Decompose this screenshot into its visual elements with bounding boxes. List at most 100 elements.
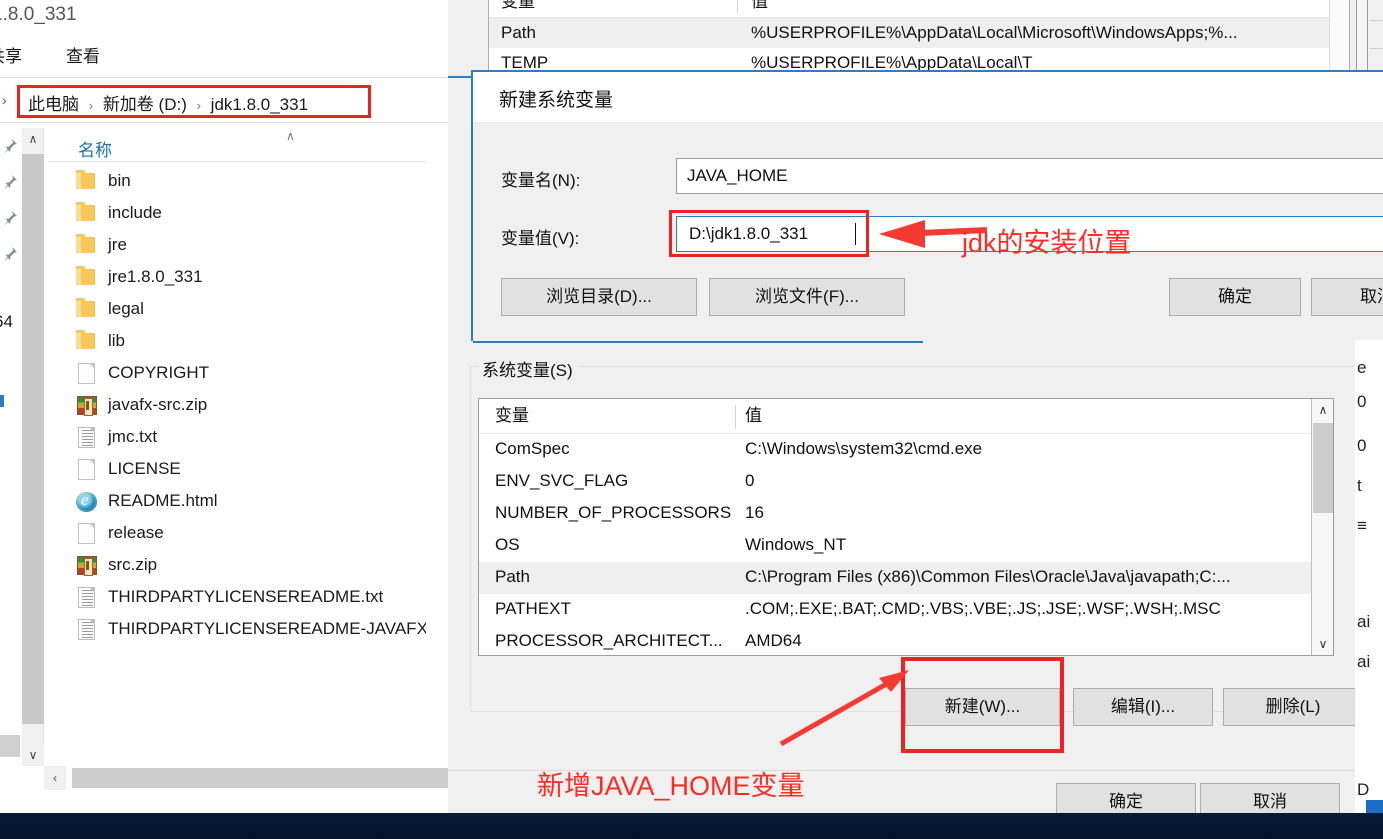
dialog-cancel-button[interactable]: 取消 bbox=[1311, 278, 1383, 316]
annotation-box-variable-value bbox=[669, 210, 869, 257]
file-name: legal bbox=[108, 299, 144, 318]
file-list-item[interactable]: lib bbox=[48, 328, 448, 360]
variable-name-input-value: JAVA_HOME bbox=[687, 166, 788, 185]
scroll-left-icon[interactable]: ‹ bbox=[44, 766, 66, 790]
edit-system-variable-button[interactable]: 编辑(I)... bbox=[1073, 688, 1213, 726]
scroll-up-icon[interactable]: ∧ bbox=[22, 128, 44, 150]
file-name: README.html bbox=[108, 491, 218, 510]
ribbon-tab-view[interactable]: 查看 bbox=[66, 42, 100, 67]
folder-icon bbox=[76, 266, 95, 285]
variable-name-label: 变量名(N): bbox=[501, 171, 581, 190]
file-list-scrollbar[interactable] bbox=[426, 128, 448, 766]
table-row[interactable]: OS Windows_NT bbox=[479, 530, 1312, 562]
scrollbar-thumb[interactable] bbox=[429, 130, 445, 430]
column-header-value: 值 bbox=[745, 406, 762, 425]
system-variables-table: 变量 值 ComSpec C:\Windows\system32\cmd.exe E… bbox=[478, 398, 1334, 656]
variable-value: .COM;.EXE;.BAT;.CMD;.VBS;.VBE;.JS;.JSE;.… bbox=[745, 599, 1221, 618]
file-list-item[interactable]: src.zip bbox=[48, 552, 448, 584]
annotation-box-address-bar bbox=[17, 85, 371, 118]
file-name: jmc.txt bbox=[108, 427, 158, 446]
background-text-fragment: D bbox=[1357, 780, 1370, 799]
folder-icon bbox=[76, 202, 95, 221]
variable-name: OS bbox=[495, 535, 520, 554]
text-file-icon bbox=[78, 587, 95, 608]
file-name: bin bbox=[108, 171, 131, 190]
column-header-variable: 变量 bbox=[495, 406, 529, 425]
nav-selection-marker bbox=[0, 395, 4, 407]
variable-name: Path bbox=[501, 23, 536, 42]
file-name: src.zip bbox=[108, 555, 158, 574]
file-name: THIRDPARTYLICENSEREADME-JAVAFX. bbox=[108, 619, 433, 638]
folder-icon bbox=[76, 298, 95, 317]
file-list-item[interactable]: LICENSE bbox=[48, 456, 448, 488]
text-file-icon bbox=[78, 619, 95, 640]
file-list-item[interactable]: bin bbox=[48, 168, 448, 200]
pin-icon bbox=[2, 138, 18, 154]
table-scrollbar[interactable]: ∧ ∨ bbox=[1311, 399, 1333, 655]
scroll-up-icon[interactable]: ∧ bbox=[1312, 399, 1334, 421]
dialog-ok-button[interactable]: 确定 bbox=[1169, 278, 1301, 316]
variable-name: NUMBER_OF_PROCESSORS bbox=[495, 503, 732, 522]
taskbar[interactable] bbox=[0, 813, 1383, 839]
annotation-box-new-button bbox=[901, 657, 1064, 753]
table-row[interactable]: ComSpec C:\Windows\system32\cmd.exe bbox=[479, 434, 1312, 466]
file-list-item[interactable]: jre bbox=[48, 232, 448, 264]
browse-directory-button[interactable]: 浏览目录(D)... bbox=[501, 278, 697, 316]
variable-name-input[interactable]: JAVA_HOME bbox=[676, 158, 1383, 194]
nav-scroll-down-button[interactable]: ∨ bbox=[22, 744, 44, 766]
screen: 1.8.0_331 共享 查看 › 此电脑 › 新加卷 (D:) › jdk1.… bbox=[0, 0, 1383, 839]
pin-icon bbox=[2, 210, 18, 226]
file-list-item[interactable]: THIRDPARTYLICENSEREADME.txt bbox=[48, 584, 448, 616]
browse-file-button[interactable]: 浏览文件(F)... bbox=[709, 278, 905, 316]
file-list-item[interactable]: legal bbox=[48, 296, 448, 328]
variable-name: ENV_SVC_FLAG bbox=[495, 471, 629, 490]
table-row[interactable]: PATHEXT .COM;.EXE;.BAT;.CMD;.VBS;.VBE;.JS… bbox=[479, 594, 1312, 626]
pin-icon bbox=[2, 174, 18, 190]
variable-name: PROCESSOR_ARCHITECT... bbox=[495, 631, 723, 650]
hscrollbar-thumb[interactable] bbox=[72, 768, 448, 788]
dialog-title: 新建系统变量 bbox=[499, 90, 614, 111]
nav-scroll-marker bbox=[0, 735, 20, 757]
table-row[interactable]: PROCESSOR_ARCHITECT... AMD64 bbox=[479, 626, 1312, 658]
table-scrollbar[interactable] bbox=[1329, 0, 1349, 77]
environment-variables-window-top: 变量 值 Path %USERPROFILE%\AppData\Local\Mi… bbox=[448, 0, 1383, 78]
file-list-item[interactable]: README.html bbox=[48, 488, 448, 520]
file-list-item[interactable]: jmc.txt bbox=[48, 424, 448, 456]
delete-system-variable-button[interactable]: 删除(L) bbox=[1223, 688, 1363, 726]
file-list-item[interactable]: include bbox=[48, 200, 448, 232]
text-file-icon bbox=[78, 427, 95, 448]
table-row[interactable]: Path %USERPROFILE%\AppData\Local\Microso… bbox=[489, 18, 1349, 48]
file-name: COPYRIGHT bbox=[108, 363, 210, 382]
scroll-down-icon[interactable]: ∨ bbox=[1312, 633, 1334, 655]
file-list-item[interactable]: release bbox=[48, 520, 448, 552]
table-row[interactable]: ENV_SVC_FLAG 0 bbox=[479, 466, 1312, 498]
table-row[interactable]: NUMBER_OF_PROCESSORS 16 bbox=[479, 498, 1312, 530]
file-list-item[interactable]: jre1.8.0_331 bbox=[48, 264, 448, 296]
file-list-horizontal-scrollbar[interactable]: ‹ bbox=[22, 766, 448, 790]
file-name: jre1.8.0_331 bbox=[108, 267, 203, 286]
internet-explorer-icon bbox=[76, 490, 97, 512]
file-name: LICENSE bbox=[108, 459, 181, 478]
scrollbar-thumb[interactable] bbox=[1313, 423, 1333, 513]
variable-value: %USERPROFILE%\AppData\Local\Microsoft\Wi… bbox=[751, 23, 1238, 42]
variable-value: AMD64 bbox=[745, 631, 802, 650]
file-list-item[interactable]: THIRDPARTYLICENSEREADME-JAVAFX. bbox=[48, 616, 448, 648]
document-icon bbox=[78, 459, 95, 480]
file-list-item[interactable]: COPYRIGHT bbox=[48, 360, 448, 392]
ribbon-tab-share[interactable]: 共享 bbox=[0, 42, 22, 67]
file-name: jre bbox=[108, 235, 127, 254]
file-name: release bbox=[108, 523, 164, 542]
scrollbar-thumb[interactable] bbox=[22, 154, 44, 724]
variable-value: Windows_NT bbox=[745, 535, 847, 554]
file-list-item[interactable]: javafx-src.zip bbox=[48, 392, 448, 424]
background-window-accent bbox=[1366, 800, 1383, 813]
folder-icon bbox=[76, 170, 95, 189]
variable-value: 0 bbox=[745, 471, 755, 490]
nav-pane-scrollbar[interactable]: ∧ ∨ bbox=[22, 128, 44, 766]
table-row[interactable]: Path C:\Program Files (x86)\Common Files\… bbox=[479, 562, 1312, 594]
column-header-name[interactable]: 名称 bbox=[78, 136, 112, 161]
ribbon-divider bbox=[0, 77, 448, 78]
file-name: THIRDPARTYLICENSEREADME.txt bbox=[108, 587, 384, 606]
background-text-fragment: e bbox=[1357, 358, 1367, 377]
file-list-column-header: 名称 ∧ bbox=[48, 128, 448, 162]
